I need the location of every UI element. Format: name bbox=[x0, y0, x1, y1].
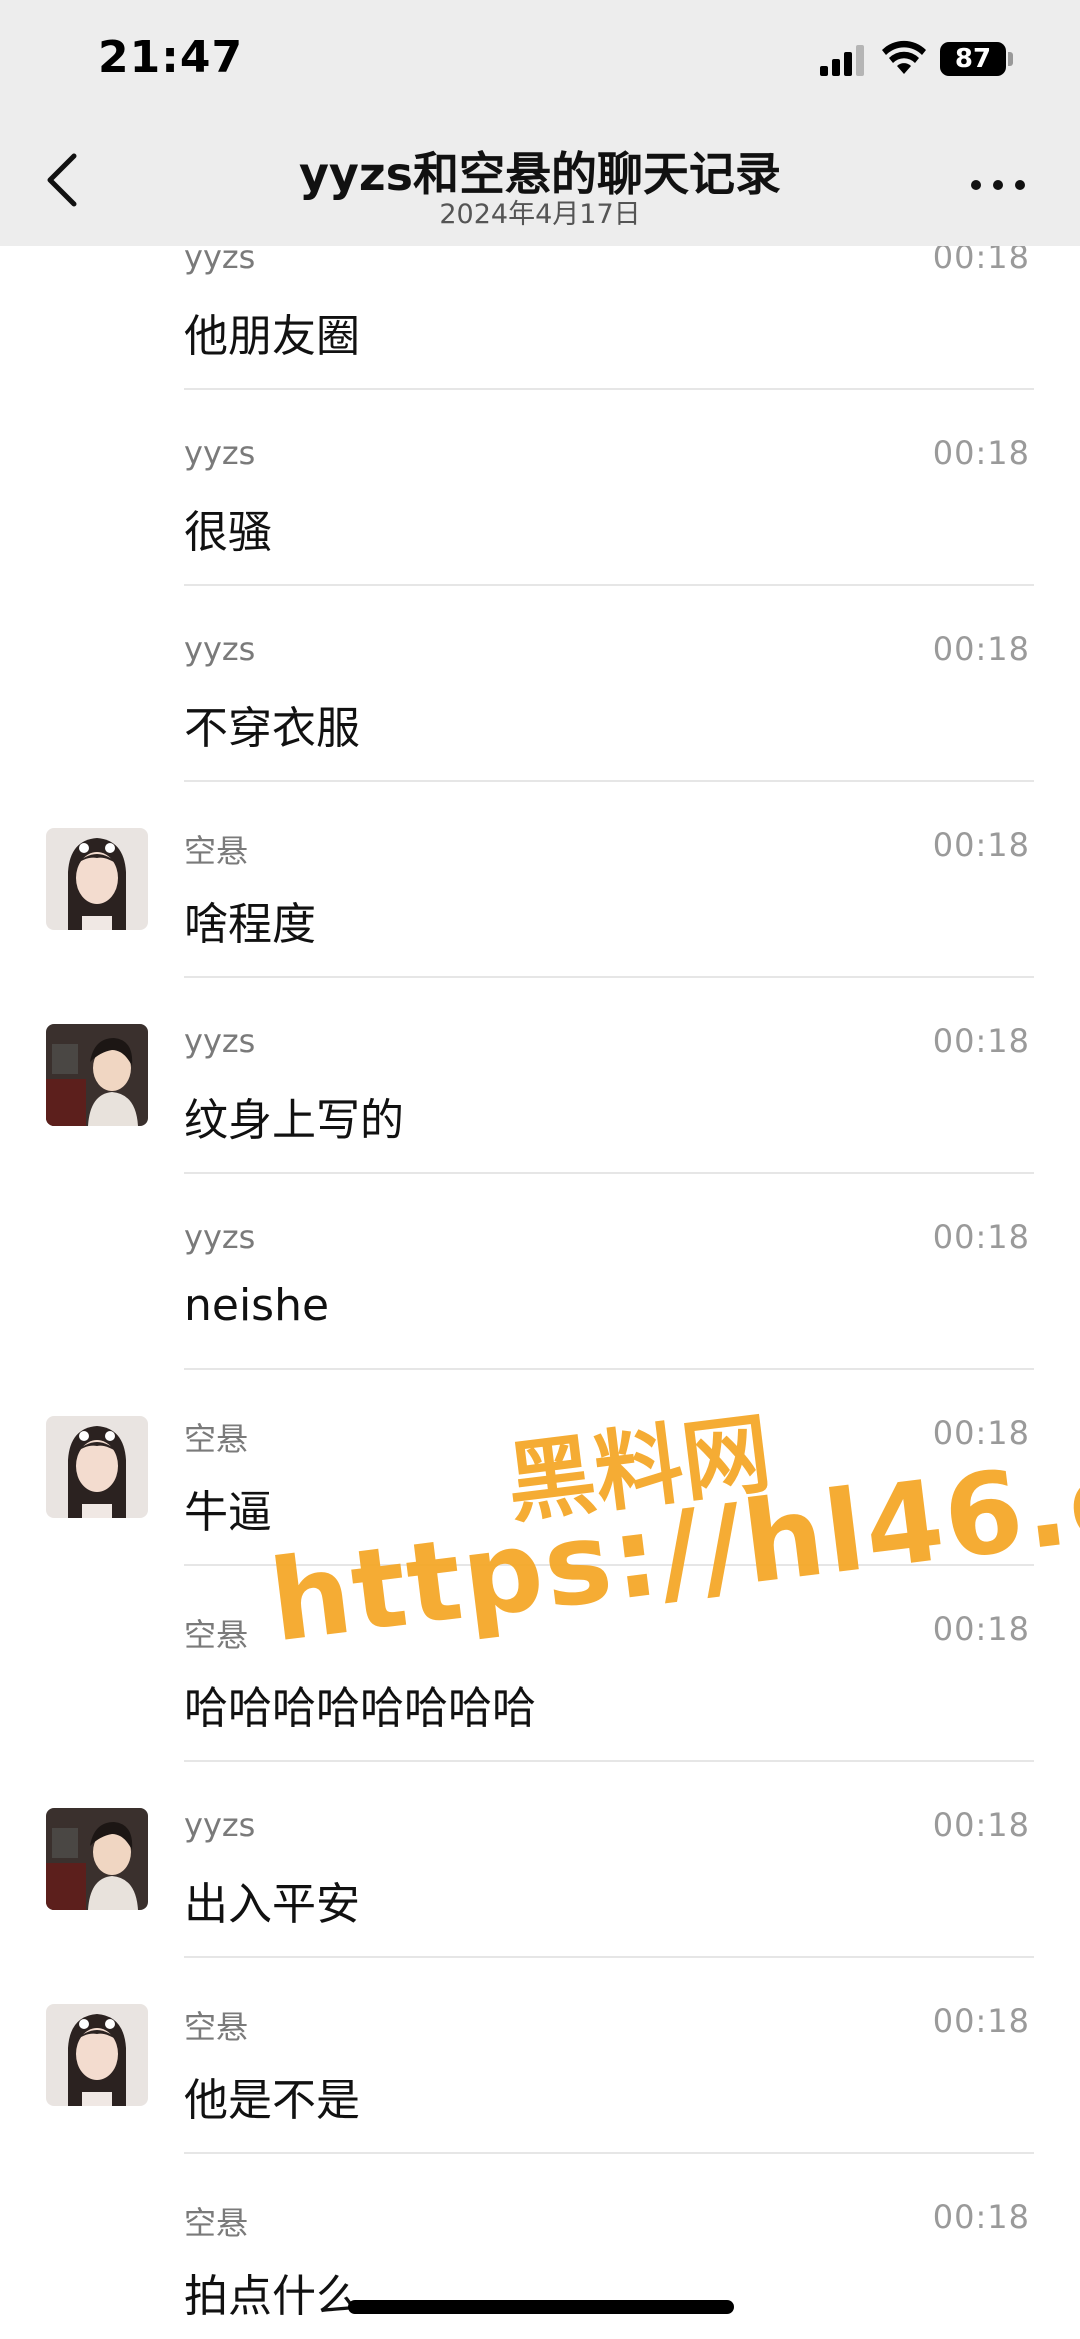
message-text: neishe bbox=[184, 1280, 330, 1331]
message-text: 出入平安 bbox=[184, 1879, 360, 1930]
message-sender: 空悬 bbox=[184, 832, 249, 870]
message-row[interactable]: 空悬 00:18 牛逼 bbox=[0, 1370, 1080, 1566]
chat-record-scroll: yyzs 00:18 他朋友圈 yyzs 00:18 很骚 yyzs 00:18 不穿衣服空悬 0… bbox=[0, 246, 1080, 2339]
message-sender: yyzs bbox=[184, 630, 256, 668]
avatar[interactable] bbox=[46, 1416, 148, 1518]
status-bar: 21:47 87 bbox=[0, 0, 1080, 118]
message-sender: yyzs bbox=[184, 434, 256, 472]
more-options-icon[interactable] bbox=[966, 170, 1030, 200]
message-text: 他朋友圈 bbox=[184, 311, 360, 362]
message-text: 拍点什么 bbox=[184, 2271, 360, 2322]
message-sender: 空悬 bbox=[184, 2008, 249, 2046]
message-text: 很骚 bbox=[184, 507, 272, 558]
message-row[interactable]: yyzs 00:18 纹身上写的 bbox=[0, 978, 1080, 1174]
message-sender: yyzs bbox=[184, 1806, 256, 1844]
message-text: 啥程度 bbox=[184, 899, 316, 950]
status-time: 21:47 bbox=[98, 32, 244, 83]
message-text: 他是不是 bbox=[184, 2075, 360, 2126]
message-sender: yyzs bbox=[184, 1218, 256, 1256]
home-indicator bbox=[348, 2300, 734, 2314]
message-text: 哈哈哈哈哈哈哈哈 bbox=[184, 1683, 536, 1734]
message-row[interactable]: yyzs 00:18 出入平安 bbox=[0, 1762, 1080, 1958]
message-sender: 空悬 bbox=[184, 1616, 249, 1654]
back-button[interactable] bbox=[38, 148, 88, 212]
message-time: 00:18 bbox=[932, 1022, 1030, 1060]
message-sender: 空悬 bbox=[184, 1420, 249, 1458]
message-time: 00:18 bbox=[932, 1414, 1030, 1452]
avatar[interactable] bbox=[46, 1024, 148, 1126]
avatar[interactable] bbox=[46, 2004, 148, 2106]
message-time: 00:18 bbox=[932, 2002, 1030, 2040]
message-time: 00:18 bbox=[932, 826, 1030, 864]
message-row[interactable]: 空悬 00:18 他是不是 bbox=[0, 1958, 1080, 2154]
message-text: 不穿衣服 bbox=[184, 703, 360, 754]
message-time: 00:18 bbox=[932, 630, 1030, 668]
battery-icon: 87 bbox=[940, 42, 1006, 76]
message-row[interactable]: 空悬 00:18 哈哈哈哈哈哈哈哈 bbox=[0, 1566, 1080, 1762]
message-text: 牛逼 bbox=[184, 1487, 272, 1538]
message-time: 00:18 bbox=[932, 246, 1030, 276]
message-row[interactable]: yyzs 00:18 neishe bbox=[0, 1174, 1080, 1370]
message-time: 00:18 bbox=[932, 1218, 1030, 1256]
message-time: 00:18 bbox=[932, 1806, 1030, 1844]
message-row[interactable]: yyzs 00:18 不穿衣服 bbox=[0, 586, 1080, 782]
message-time: 00:18 bbox=[932, 2198, 1030, 2236]
message-time: 00:18 bbox=[932, 434, 1030, 472]
avatar[interactable] bbox=[46, 828, 148, 930]
message-row[interactable]: yyzs 00:18 他朋友圈 bbox=[0, 246, 1080, 390]
page-subtitle: 2024年4月17日 bbox=[439, 199, 641, 230]
wifi-icon bbox=[882, 40, 926, 74]
message-row[interactable]: yyzs 00:18 很骚 bbox=[0, 390, 1080, 586]
nav-bar: yyzs和空悬的聊天记录 2024年4月17日 bbox=[0, 118, 1080, 246]
message-sender: yyzs bbox=[184, 246, 256, 276]
message-text: 纹身上写的 bbox=[184, 1095, 404, 1146]
avatar[interactable] bbox=[46, 1808, 148, 1910]
message-time: 00:18 bbox=[932, 1610, 1030, 1648]
chat-record-list[interactable]: yyzs 00:18 他朋友圈 yyzs 00:18 很骚 yyzs 00:18 不穿衣服空悬 0… bbox=[0, 246, 1080, 2339]
message-row[interactable]: 空悬 00:18 啥程度 bbox=[0, 782, 1080, 978]
message-sender: 空悬 bbox=[184, 2204, 249, 2242]
battery-cap bbox=[1008, 52, 1013, 66]
message-sender: yyzs bbox=[184, 1022, 256, 1060]
cellular-signal-icon bbox=[820, 45, 864, 76]
